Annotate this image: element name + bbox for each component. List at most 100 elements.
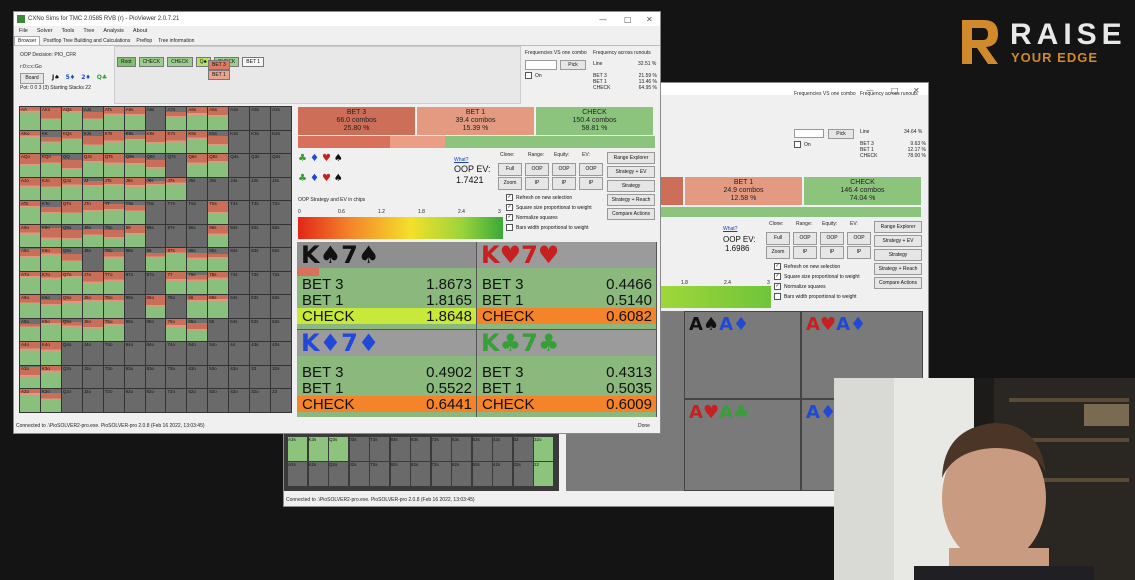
matrix-cell[interactable]: 32s: [513, 462, 533, 486]
matrix-cell[interactable]: J5s: [208, 177, 229, 201]
option-checkbox[interactable]: ✓ Refresh on new selection: [506, 194, 572, 201]
matrix-cell[interactable]: A4o: [20, 342, 40, 365]
matrix-cell[interactable]: T3s: [370, 437, 389, 461]
matrix-cell[interactable]: T9o: [103, 224, 124, 248]
menu-tree[interactable]: Tree: [83, 28, 94, 34]
option-checkbox[interactable]: ✓ Square size proportional to weight: [506, 204, 592, 211]
matrix-cell[interactable]: 52s: [472, 462, 492, 486]
matrix-cell[interactable]: T6s: [187, 201, 208, 224]
matrix-cell[interactable]: 99: [124, 224, 145, 248]
matrix-cell[interactable]: T6o: [103, 295, 124, 318]
matrix-cell[interactable]: T2o: [103, 389, 124, 412]
matrix-cell[interactable]: A2o: [20, 389, 40, 412]
matrix-cell[interactable]: K5o: [40, 318, 61, 342]
matrix-cell[interactable]: 55: [208, 318, 229, 342]
matrix-cell[interactable]: Q9s: [124, 154, 145, 177]
matrix-cell[interactable]: Q3s: [250, 154, 271, 177]
back-pick-button[interactable]: Pick: [828, 129, 854, 139]
matrix-cell[interactable]: 65o: [187, 318, 208, 342]
hand-panel-0[interactable]: K♠7♠ BET 3 1.8673 BET 1 1.8165 CHECK 1.8648: [297, 242, 476, 329]
checkbox-icon[interactable]: [506, 224, 513, 231]
matrix-cell[interactable]: K9o: [40, 224, 61, 248]
matrix-cell[interactable]: QTs: [103, 154, 124, 177]
matrix-cell[interactable]: T8s: [145, 201, 166, 224]
matrix-cell[interactable]: J2s: [271, 177, 291, 201]
matrix-cell[interactable]: 73s: [431, 437, 451, 461]
matrix-cell[interactable]: Q7s: [166, 154, 187, 177]
checkbox-icon[interactable]: ✓: [506, 204, 513, 211]
matrix-cell[interactable]: A9s: [124, 107, 145, 130]
menu-file[interactable]: File: [19, 28, 28, 34]
matrix-cell[interactable]: 44: [229, 342, 250, 365]
matrix-cell[interactable]: KTo: [40, 201, 61, 224]
matrix-cell[interactable]: Q2s: [329, 462, 348, 486]
matrix-cell[interactable]: 86o: [145, 295, 166, 318]
back-card-panel-3[interactable]: A♥A♣: [684, 399, 801, 491]
matrix-cell[interactable]: 88: [145, 248, 166, 271]
tree-node-bet1[interactable]: BET 1: [208, 70, 230, 80]
matrix-cell[interactable]: KK: [40, 130, 61, 154]
matrix-cell[interactable]: K8s: [145, 130, 166, 154]
matrix-cell[interactable]: AJo: [20, 177, 40, 201]
tree-node-0[interactable]: Root: [117, 57, 136, 67]
view-button-oop[interactable]: OOP: [793, 232, 817, 245]
matrix-cell[interactable]: Q3o: [61, 365, 82, 389]
matrix-cell[interactable]: J7s: [166, 177, 187, 201]
matrix-cell[interactable]: A2s: [288, 462, 307, 486]
back-on-checkbox[interactable]: On: [794, 141, 811, 148]
option-checkbox[interactable]: Bars width proportional to weight: [774, 293, 857, 300]
option-checkbox[interactable]: Bars width proportional to weight: [506, 224, 589, 231]
matrix-cell[interactable]: A8s: [145, 107, 166, 130]
matrix-cell[interactable]: 63s: [250, 295, 271, 318]
compare-actions-button[interactable]: Compare Actions: [874, 277, 922, 289]
matrix-cell[interactable]: 42s: [493, 462, 512, 486]
matrix-cell[interactable]: AQo: [20, 154, 40, 177]
action-bet3-box[interactable]: BET 3 66.0 combos 25.80 %: [298, 107, 415, 135]
action-bet1-box[interactable]: BET 1 39.4 combos 15.39 %: [417, 107, 534, 135]
view-button-ip[interactable]: IP: [847, 246, 871, 259]
view-button-ip[interactable]: IP: [552, 177, 576, 190]
matrix-cell[interactable]: QTo: [61, 201, 82, 224]
matrix-cell[interactable]: AA: [20, 107, 40, 130]
matrix-cell[interactable]: ATs: [103, 107, 124, 130]
view-button-full[interactable]: Full: [498, 163, 522, 176]
matrix-cell[interactable]: J3s: [349, 437, 369, 461]
matrix-cell[interactable]: 52s: [271, 318, 291, 342]
option-checkbox[interactable]: ✓ Normalize squares: [506, 214, 558, 221]
menu-analysis[interactable]: Analysis: [103, 28, 123, 34]
matrix-cell[interactable]: 63o: [187, 365, 208, 389]
view-button-oop[interactable]: OOP: [847, 232, 871, 245]
matrix-cell[interactable]: K4o: [40, 342, 61, 365]
matrix-cell[interactable]: J9o: [82, 224, 103, 248]
matrix-cell[interactable]: A6o: [20, 295, 40, 318]
matrix-cell[interactable]: K7s: [166, 130, 187, 154]
matrix-cell[interactable]: 33: [250, 365, 271, 389]
strategy-button[interactable]: Strategy: [607, 180, 655, 192]
matrix-cell[interactable]: 85s: [208, 248, 229, 271]
matrix-cell[interactable]: J2s: [349, 462, 369, 486]
matrix-cell[interactable]: 62s: [452, 462, 471, 486]
strategy-ev-button[interactable]: Strategy + EV: [874, 235, 922, 247]
matrix-cell[interactable]: JTo: [82, 201, 103, 224]
matrix-cell[interactable]: 82s: [271, 248, 291, 271]
view-button-ip[interactable]: IP: [525, 177, 549, 190]
matrix-cell[interactable]: 93s: [250, 224, 271, 248]
matrix-cell[interactable]: 62s: [271, 295, 291, 318]
matrix-cell[interactable]: J6s: [187, 177, 208, 201]
matrix-cell[interactable]: K7o: [40, 271, 61, 295]
matrix-cell[interactable]: 86s: [187, 248, 208, 271]
compare-actions-button[interactable]: Compare Actions: [607, 208, 655, 220]
option-checkbox[interactable]: ✓ Normalize squares: [774, 283, 826, 290]
matrix-cell[interactable]: T2s: [271, 201, 291, 224]
matrix-cell[interactable]: T2s: [370, 462, 389, 486]
matrix-cell[interactable]: J6o: [82, 295, 103, 318]
matrix-cell[interactable]: A3s: [288, 437, 307, 461]
matrix-cell[interactable]: 53s: [472, 437, 492, 461]
matrix-cell[interactable]: ATo: [20, 201, 40, 224]
maximize-icon[interactable]: □: [624, 15, 632, 24]
matrix-cell[interactable]: K2s: [308, 462, 328, 486]
matrix-cell[interactable]: Q8s: [145, 154, 166, 177]
matrix-cell[interactable]: K6s: [187, 130, 208, 154]
matrix-cell[interactable]: 42o: [229, 389, 250, 412]
matrix-cell[interactable]: T8o: [103, 248, 124, 271]
